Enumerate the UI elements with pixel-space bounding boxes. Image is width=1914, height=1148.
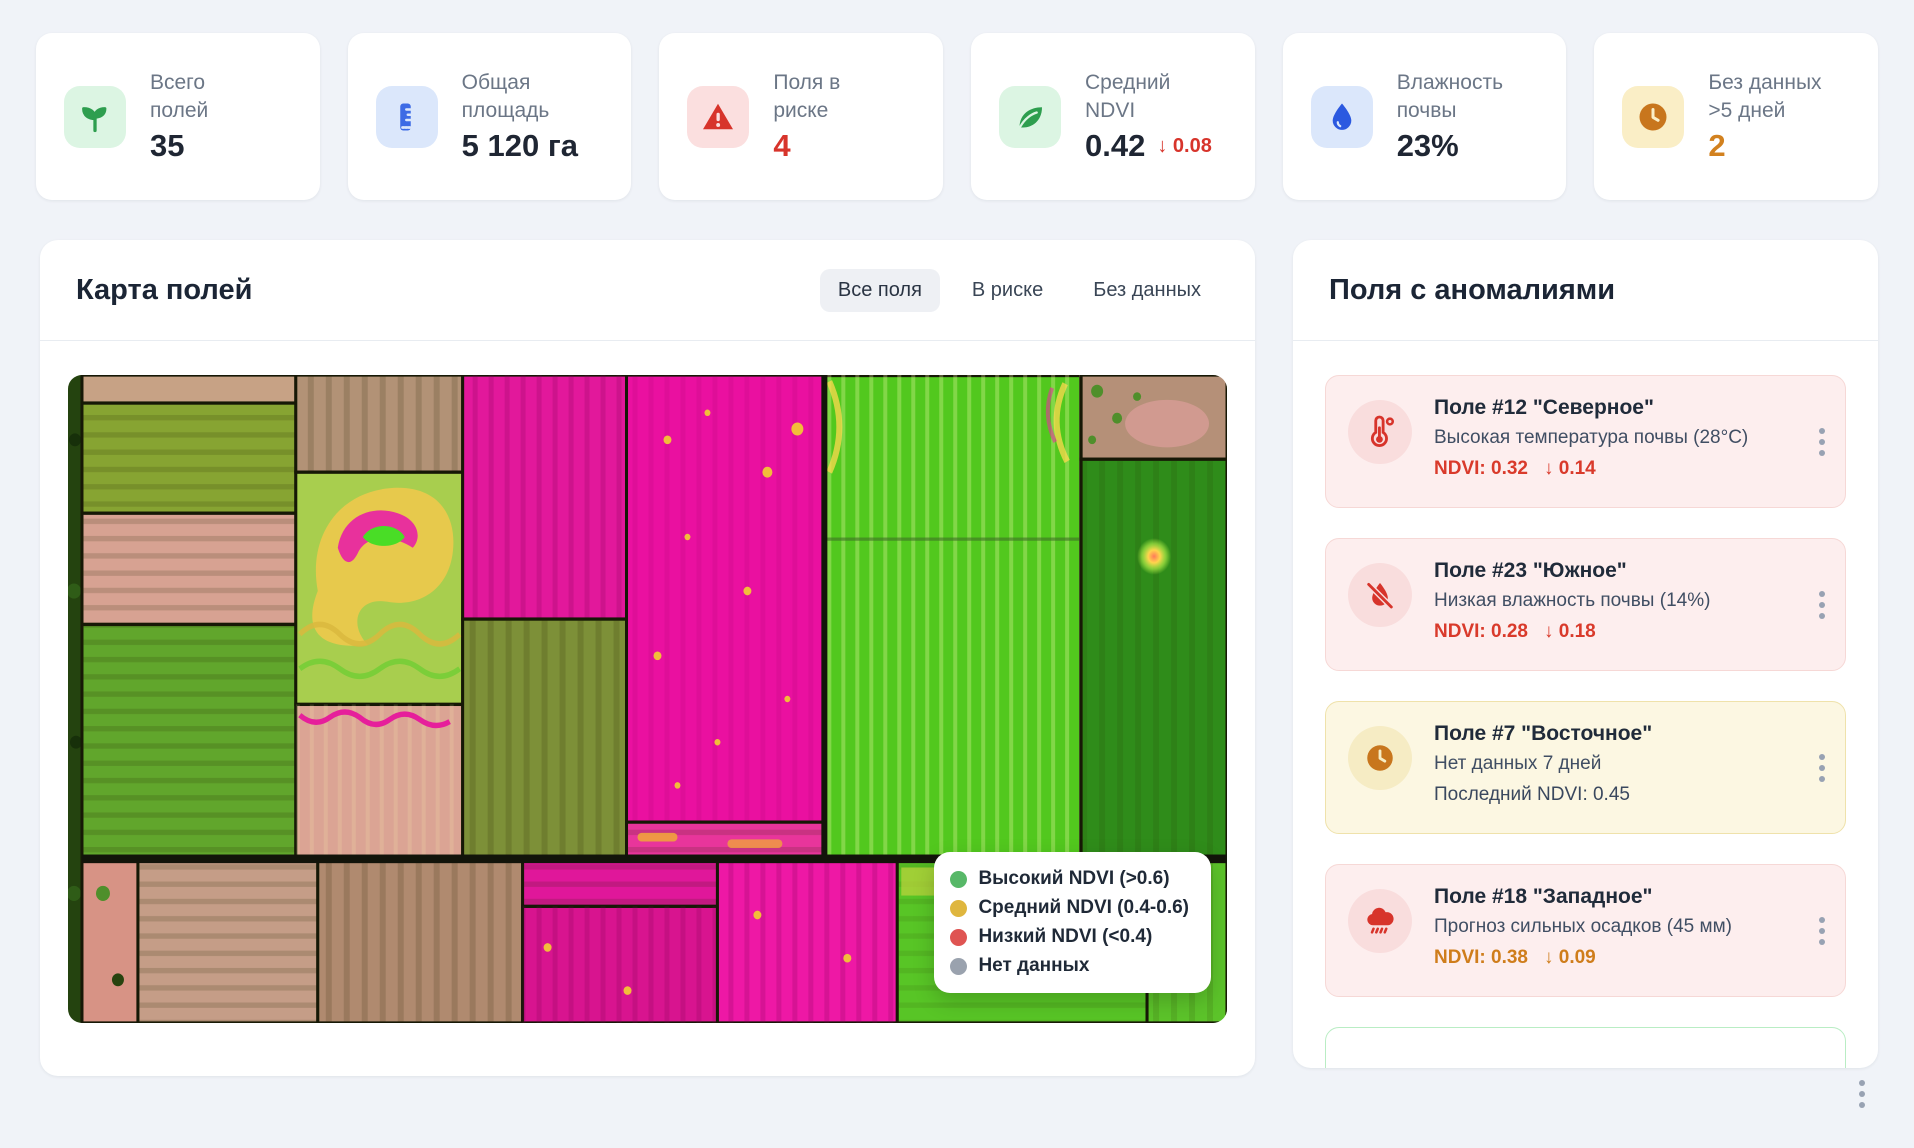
- kebab-menu-icon[interactable]: [1815, 424, 1829, 460]
- stat-card-fields-at-risk: Поля в риске 4: [659, 33, 943, 200]
- anomaly-title: Поле #18 "Западное": [1434, 885, 1732, 909]
- stat-value: 23%: [1397, 128, 1459, 164]
- stat-label: Без данных >5 дней: [1708, 69, 1821, 124]
- stat-value: 5 120 га: [462, 128, 578, 164]
- field-map-image[interactable]: Высокий NDVI (>0.6) Средний NDVI (0.4-0.…: [68, 375, 1227, 1023]
- anomaly-metric: NDVI: 0.32: [1434, 458, 1528, 480]
- anomaly-metric-delta: ↓ 0.09: [1544, 947, 1596, 969]
- legend-dot-green: [950, 871, 967, 888]
- anomaly-card-cutoff[interactable]: [1325, 1027, 1846, 1068]
- legend-dot-amber: [950, 900, 967, 917]
- clock-icon: [1348, 726, 1412, 790]
- filter-all-fields[interactable]: Все поля: [820, 269, 940, 312]
- map-panel-header: Карта полей Все поля В риске Без данных: [40, 240, 1255, 341]
- page-kebab-menu-icon[interactable]: [1859, 1080, 1865, 1108]
- stat-label: Всего полей: [150, 69, 208, 124]
- kebab-menu-icon[interactable]: [1815, 750, 1829, 786]
- filter-no-data[interactable]: Без данных: [1075, 269, 1219, 312]
- kebab-menu-icon[interactable]: [1815, 587, 1829, 623]
- anomaly-card-field-18[interactable]: Поле #18 "Западное" Прогноз сильных осад…: [1325, 864, 1846, 997]
- anomaly-card-field-7[interactable]: Поле #7 "Восточное" Нет данных 7 дней По…: [1325, 701, 1846, 834]
- anomaly-metric-delta: ↓ 0.14: [1544, 458, 1596, 480]
- legend-row-high-ndvi: Высокий NDVI (>0.6): [950, 868, 1189, 890]
- legend-label: Высокий NDVI (>0.6): [978, 868, 1169, 890]
- ndvi-delta: ↓ 0.08: [1157, 135, 1211, 158]
- stat-card-average-ndvi: Средний NDVI 0.42 ↓ 0.08: [971, 33, 1255, 200]
- kebab-menu-icon[interactable]: [1815, 913, 1829, 949]
- anomalies-list: Поле #12 "Северное" Высокая температура …: [1293, 341, 1878, 1068]
- anomaly-subtitle: Высокая температура почвы (28°C): [1434, 427, 1748, 449]
- legend-label: Низкий NDVI (<0.4): [978, 926, 1152, 948]
- stat-value: 2: [1708, 128, 1725, 164]
- stat-card-no-data: Без данных >5 дней 2: [1594, 33, 1878, 200]
- stat-card-total-fields: Всего полей 35: [36, 33, 320, 200]
- droplet-off-icon: [1348, 563, 1412, 627]
- ruler-icon: [376, 86, 438, 148]
- legend-row-low-ndvi: Низкий NDVI (<0.4): [950, 926, 1189, 948]
- stat-label: Влажность почвы: [1397, 69, 1503, 124]
- map-legend: Высокий NDVI (>0.6) Средний NDVI (0.4-0.…: [934, 852, 1211, 993]
- anomaly-subtitle: Прогноз сильных осадков (45 мм): [1434, 916, 1732, 938]
- clock-icon: [1622, 86, 1684, 148]
- stat-value: 0.42: [1085, 128, 1145, 164]
- anomaly-subtitle: Нет данных 7 дней: [1434, 753, 1652, 775]
- stat-card-total-area: Общая площадь 5 120 га: [348, 33, 632, 200]
- anomaly-title: Поле #7 "Восточное": [1434, 722, 1652, 746]
- stat-value: 35: [150, 128, 184, 164]
- anomaly-metric: NDVI: 0.28: [1434, 621, 1528, 643]
- legend-row-no-data: Нет данных: [950, 955, 1189, 977]
- anomaly-card-field-12[interactable]: Поле #12 "Северное" Высокая температура …: [1325, 375, 1846, 508]
- stats-row: Всего полей 35 Общая площадь 5 120 га По: [36, 33, 1878, 200]
- seedling-icon: [64, 86, 126, 148]
- anomaly-metric: Последний NDVI: 0.45: [1434, 784, 1630, 806]
- anomalies-panel: Поля с аномалиями Поле #12 "Северное" Вы…: [1293, 240, 1878, 1068]
- legend-row-mid-ndvi: Средний NDVI (0.4-0.6): [950, 897, 1189, 919]
- legend-dot-gray: [950, 958, 967, 975]
- legend-label: Средний NDVI (0.4-0.6): [978, 897, 1189, 919]
- stat-label: Средний NDVI: [1085, 69, 1212, 124]
- anomaly-card-field-23[interactable]: Поле #23 "Южное" Низкая влажность почвы …: [1325, 538, 1846, 671]
- droplet-icon: [1311, 86, 1373, 148]
- stat-label: Общая площадь: [462, 69, 578, 124]
- legend-dot-red: [950, 929, 967, 946]
- leaf-icon: [999, 86, 1061, 148]
- field-map-panel: Карта полей Все поля В риске Без данных: [40, 240, 1255, 1076]
- anomaly-metric-delta: ↓ 0.18: [1544, 621, 1596, 643]
- anomaly-title: Поле #12 "Северное": [1434, 396, 1748, 420]
- stat-label: Поля в риске: [773, 69, 840, 124]
- legend-label: Нет данных: [978, 955, 1089, 977]
- anomaly-subtitle: Низкая влажность почвы (14%): [1434, 590, 1710, 612]
- anomalies-panel-header: Поля с аномалиями: [1293, 240, 1878, 341]
- anomalies-panel-title: Поля с аномалиями: [1329, 274, 1615, 307]
- filter-at-risk[interactable]: В риске: [954, 269, 1061, 312]
- anomaly-title: Поле #23 "Южное": [1434, 559, 1710, 583]
- stat-value: 4: [773, 128, 790, 164]
- anomaly-metric: NDVI: 0.38: [1434, 947, 1528, 969]
- map-filters: Все поля В риске Без данных: [820, 269, 1219, 312]
- thermometer-icon: [1348, 400, 1412, 464]
- map-panel-title: Карта полей: [76, 274, 252, 307]
- warning-triangle-icon: [687, 86, 749, 148]
- rain-cloud-icon: [1348, 889, 1412, 953]
- stat-card-soil-moisture: Влажность почвы 23%: [1283, 33, 1567, 200]
